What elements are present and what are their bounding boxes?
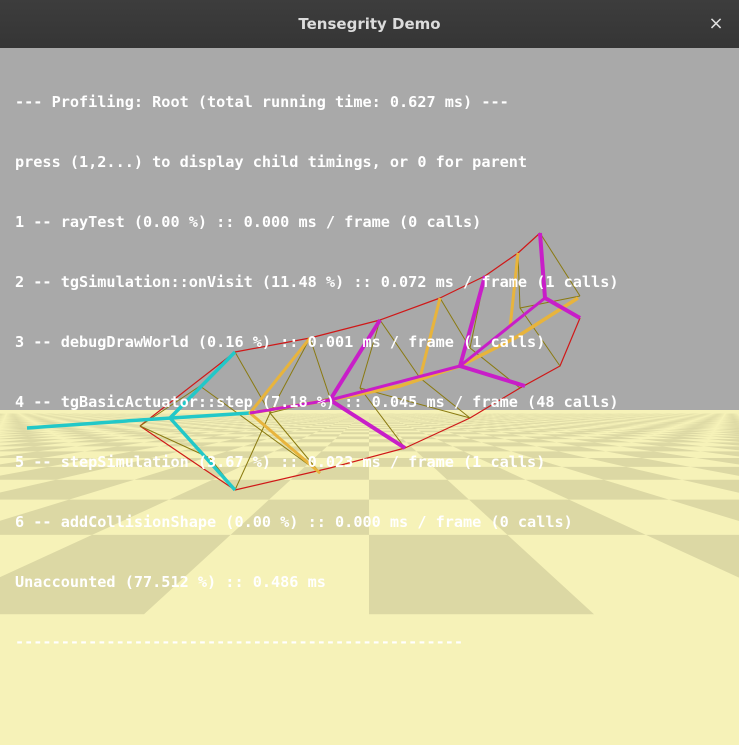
profiling-line: ----------------------------------------… [15, 633, 464, 651]
title-bar[interactable]: Tensegrity Demo × [0, 0, 739, 49]
profiling-overlay: --- Profiling: Root (total running time:… [15, 52, 618, 692]
profiling-line: 4 -- tgBasicActuator::step (7.18 %) :: 0… [15, 393, 619, 411]
profiling-line: Unaccounted (77.512 %) :: 0.486 ms [15, 573, 326, 591]
profiling-line: 2 -- tgSimulation::onVisit (11.48 %) :: … [15, 273, 619, 291]
profiling-line: 1 -- rayTest (0.00 %) :: 0.000 ms / fram… [15, 213, 482, 231]
window-title: Tensegrity Demo [298, 15, 441, 33]
profiling-line: press (1,2...) to display child timings,… [15, 153, 528, 171]
app-window: Tensegrity Demo × --- Profiling: Root (t… [0, 0, 739, 745]
profiling-line: 6 -- addCollisionShape (0.00 %) :: 0.000… [15, 513, 573, 531]
profiling-line: --- Profiling: Root (total running time:… [15, 93, 509, 111]
close-icon[interactable]: × [703, 11, 729, 37]
profiling-line: 5 -- stepSimulation (3.67 %) :: 0.023 ms… [15, 453, 546, 471]
profiling-line: 3 -- debugDrawWorld (0.16 %) :: 0.001 ms… [15, 333, 546, 351]
